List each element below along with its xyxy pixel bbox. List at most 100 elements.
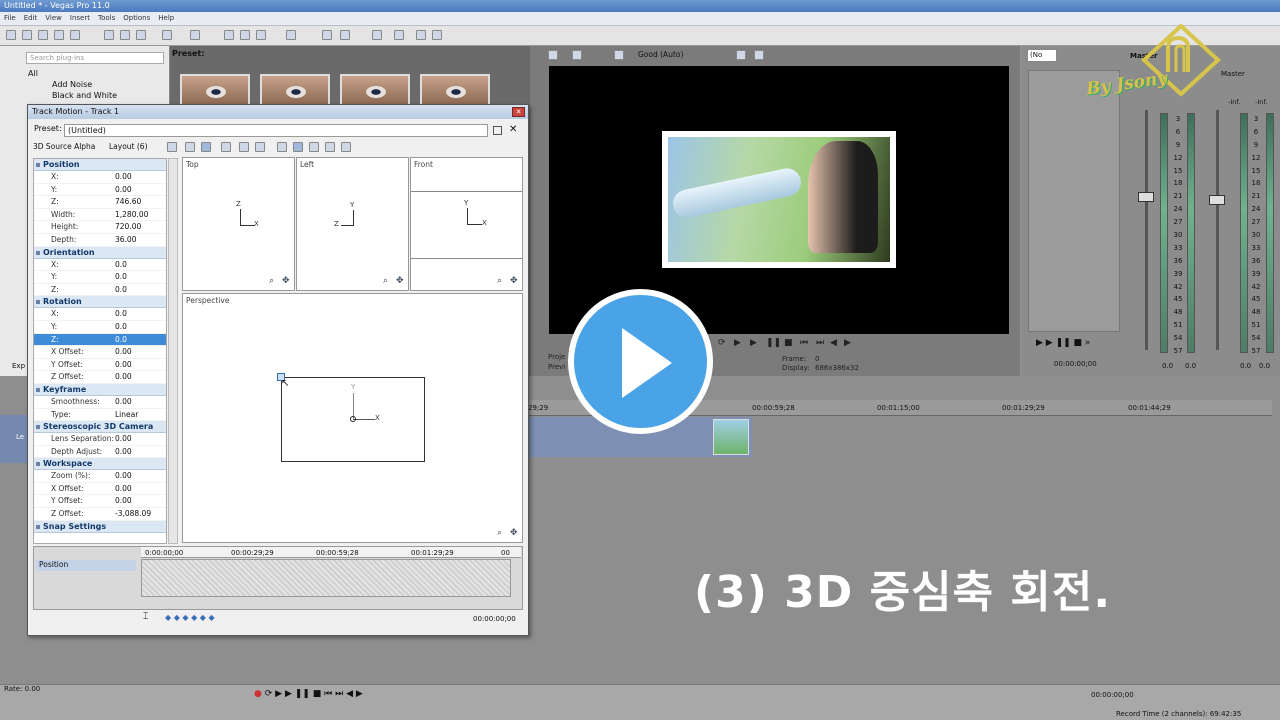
go-to-end-icon[interactable]: ⏭	[335, 689, 343, 699]
view-one-icon[interactable]	[309, 142, 319, 152]
property-value[interactable]: 0.00	[115, 396, 132, 409]
sync-cursor-icon[interactable]: ⌶	[143, 612, 148, 622]
redo-icon[interactable]	[190, 30, 200, 40]
property-row[interactable]: X: 0.0	[34, 259, 166, 272]
property-row[interactable]: Zoom (%): 0.00	[34, 470, 166, 483]
snapping-icon[interactable]	[286, 30, 296, 40]
property-value[interactable]: 0.00	[115, 495, 132, 508]
undo-icon[interactable]	[162, 30, 172, 40]
property-value[interactable]: 0.0	[115, 271, 127, 284]
lock-envelopes-icon[interactable]	[340, 30, 350, 40]
normal-edit-tool-icon[interactable]	[224, 30, 234, 40]
top-view[interactable]: Top Z X ⌕ ✥	[182, 157, 295, 291]
pause-icon[interactable]: ❚❚	[295, 689, 310, 699]
record-icon[interactable]: ●	[254, 689, 262, 699]
property-row[interactable]: Y Offset: 0.00	[34, 359, 166, 372]
property-row[interactable]: Z: 746.60	[34, 196, 166, 209]
open-icon[interactable]	[22, 30, 32, 40]
property-value[interactable]: 0.00	[115, 371, 132, 384]
property-row[interactable]: Y: 0.0	[34, 271, 166, 284]
property-value[interactable]: 0.0	[115, 284, 127, 297]
save-snapshot-icon[interactable]	[754, 50, 764, 60]
pause-icon[interactable]: ❚❚	[766, 338, 781, 348]
layout-select[interactable]: Layout (6)	[109, 142, 148, 151]
property-row[interactable]: Z Offset: 0.00	[34, 371, 166, 384]
preview-fx-icon[interactable]	[572, 50, 582, 60]
property-row[interactable]: X Offset: 0.00	[34, 346, 166, 359]
property-row[interactable]: X: 0.00	[34, 171, 166, 184]
source-alpha-select[interactable]: 3D Source Alpha	[33, 142, 95, 151]
snap-icon[interactable]	[277, 142, 287, 152]
property-group-header[interactable]: Snap Settings	[34, 520, 166, 533]
property-value[interactable]: 0.00	[115, 446, 132, 459]
menu-file[interactable]: File	[0, 12, 20, 24]
property-row[interactable]: X Offset: 0.00	[34, 483, 166, 496]
properties-icon[interactable]	[70, 30, 80, 40]
camera-icon[interactable]	[293, 142, 303, 152]
ignore-grouping-icon[interactable]	[372, 30, 382, 40]
next-frame-icon[interactable]: ▶	[844, 338, 851, 348]
trim-fader-knob[interactable]	[1138, 192, 1154, 202]
play-from-start-icon[interactable]: ▶	[734, 338, 741, 348]
trimmer-select[interactable]: (No	[1027, 49, 1057, 62]
scale-tool-icon[interactable]	[239, 142, 249, 152]
property-row[interactable]: Z: 0.0	[34, 333, 166, 347]
go-to-start-icon[interactable]: ⏮	[324, 689, 332, 699]
zoom-icon[interactable]: ⌕	[497, 276, 502, 286]
property-value[interactable]: Linear	[115, 409, 138, 422]
property-value[interactable]: 0.00	[115, 433, 132, 446]
property-row[interactable]: Y: 0.0	[34, 321, 166, 334]
pan-icon[interactable]: ✥	[510, 276, 518, 286]
keyframe-lane[interactable]	[141, 559, 511, 597]
copy-snapshot-icon[interactable]	[736, 50, 746, 60]
view-two-icon[interactable]	[325, 142, 335, 152]
perspective-view[interactable]: Perspective Y X ↖ ⌕ ✥	[182, 293, 523, 543]
left-view[interactable]: Left Y Z ⌕ ✥	[296, 157, 409, 291]
pan-icon[interactable]: ✥	[282, 276, 290, 286]
property-value[interactable]: 0.0	[115, 321, 127, 334]
play-icon[interactable]	[622, 328, 672, 398]
property-value[interactable]: 0.00	[115, 171, 132, 184]
close-icon[interactable]: ✕	[512, 107, 525, 117]
event-fx-icon[interactable]	[394, 30, 404, 40]
keyframe-nav-icons[interactable]: ◆ ◆ ◆ ◆ ◆ ◆	[165, 613, 215, 622]
next-frame-icon[interactable]: ▶	[356, 689, 363, 699]
property-row[interactable]: Depth Adjust: 0.00	[34, 446, 166, 459]
preset-thumbnail[interactable]	[420, 74, 490, 106]
track-header[interactable]: Le	[0, 415, 28, 463]
property-group-header[interactable]: Workspace	[34, 458, 166, 471]
stop-icon[interactable]: ■	[784, 338, 793, 348]
property-row[interactable]: Y Offset: 0.00	[34, 495, 166, 509]
tree-item-add-noise[interactable]: Add Noise	[12, 79, 162, 90]
pan-icon[interactable]: ✥	[396, 276, 404, 286]
preset-thumbnail[interactable]	[180, 74, 250, 106]
copy-icon[interactable]	[120, 30, 130, 40]
property-value[interactable]: 720.00	[115, 221, 141, 234]
property-group-header[interactable]: Orientation	[34, 246, 166, 259]
menu-help[interactable]: Help	[154, 12, 178, 24]
property-group-header[interactable]: Keyframe	[34, 383, 166, 396]
tree-item-all[interactable]: All	[12, 68, 162, 79]
property-value[interactable]: 0.00	[115, 359, 132, 372]
property-value[interactable]: 0.0	[115, 308, 127, 321]
loop-icon[interactable]: ⟳	[265, 689, 273, 699]
front-view[interactable]: Front Y X ⌕ ✥	[410, 157, 523, 291]
auto-ripple-icon[interactable]	[322, 30, 332, 40]
edit-in-object-space-icon[interactable]	[167, 142, 177, 152]
save-icon[interactable]	[38, 30, 48, 40]
view-three-icon[interactable]	[341, 142, 351, 152]
keyframe-track-label[interactable]: Position	[36, 560, 136, 571]
master-fader-knob[interactable]	[1209, 195, 1225, 205]
pivot-point[interactable]	[350, 416, 356, 422]
preview-quality-select[interactable]: Good (Auto)	[638, 50, 683, 59]
property-row[interactable]: Lens Separation: 0.00	[34, 433, 166, 446]
property-value[interactable]: -3,088.09	[115, 508, 151, 521]
go-to-end-icon[interactable]: ⏭	[816, 338, 824, 348]
property-value[interactable]: 0.00	[115, 483, 132, 496]
cut-icon[interactable]	[104, 30, 114, 40]
property-row[interactable]: Depth: 36.00	[34, 234, 166, 247]
prevent-sizing-icon[interactable]	[255, 142, 265, 152]
property-value[interactable]: 36.00	[115, 234, 136, 247]
envelope-tool-icon[interactable]	[240, 30, 250, 40]
property-row[interactable]: Smoothness: 0.00	[34, 396, 166, 409]
